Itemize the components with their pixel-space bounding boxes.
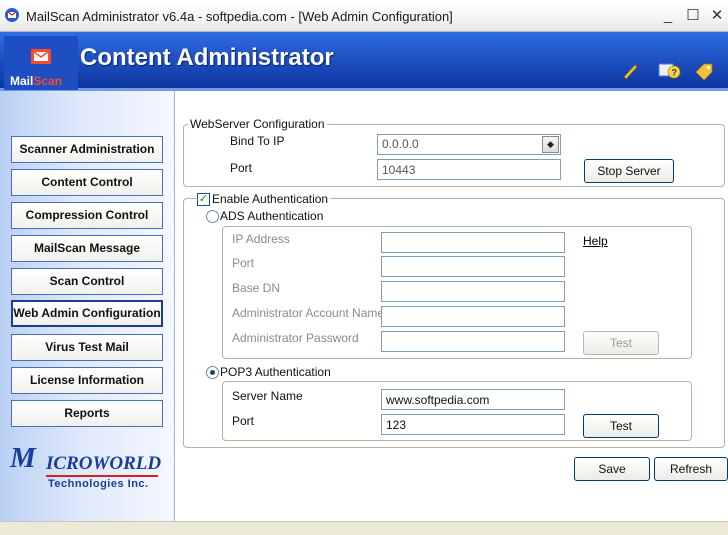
- minimize-button[interactable]: _: [658, 6, 678, 26]
- base-dn-label: Base DN: [232, 281, 281, 295]
- nav-virus-test-mail[interactable]: Virus Test Mail: [11, 334, 163, 361]
- nav-content-control[interactable]: Content Control: [11, 169, 163, 196]
- pop3-port-label: Port: [232, 414, 255, 428]
- mailscan-logo-text: MailScan: [10, 74, 63, 88]
- pop3-test-button[interactable]: Test: [583, 414, 659, 438]
- port-field[interactable]: [377, 159, 561, 180]
- enable-auth-checkbox[interactable]: ✓: [197, 193, 210, 206]
- ads-test-button[interactable]: Test: [583, 331, 659, 355]
- nav-license-information[interactable]: License Information: [11, 367, 163, 394]
- svg-text:?: ?: [672, 68, 678, 78]
- nav-scanner-administration[interactable]: Scanner Administration: [11, 136, 163, 163]
- pencil-icon[interactable]: [620, 62, 640, 80]
- enable-auth-label: Enable Authentication: [196, 192, 331, 206]
- admin-password-label: Administrator Password: [232, 331, 359, 345]
- stop-server-button[interactable]: Stop Server: [584, 159, 674, 183]
- admin-password-field[interactable]: [381, 331, 565, 352]
- title-bar: MailScan Administrator v6.4a - softpedia…: [0, 0, 728, 32]
- help-icon[interactable]: ?: [658, 62, 682, 80]
- nav-scan-control[interactable]: Scan Control: [11, 268, 163, 295]
- microworld-logo: M ICROWORLD Technologies Inc.: [10, 442, 162, 490]
- ip-address-label: IP Address: [232, 232, 290, 246]
- maximize-button[interactable]: ☐: [683, 6, 703, 26]
- ads-port-label: Port: [232, 256, 255, 270]
- tag-icon[interactable]: [694, 62, 714, 80]
- server-name-label: Server Name: [232, 389, 303, 403]
- webserver-group-label: WebServer Configuration: [188, 117, 327, 131]
- pop3-port-field[interactable]: [381, 414, 565, 435]
- admin-account-field[interactable]: [381, 306, 565, 327]
- nav-mailscan-message[interactable]: MailScan Message: [11, 235, 163, 262]
- server-name-field[interactable]: [381, 389, 565, 410]
- ip-address-field[interactable]: [381, 232, 565, 253]
- save-button[interactable]: Save: [574, 457, 650, 481]
- nav-compression-control[interactable]: Compression Control: [11, 202, 163, 229]
- ads-port-field[interactable]: [381, 256, 565, 277]
- refresh-button[interactable]: Refresh: [654, 457, 728, 481]
- ads-auth-label: ADS Authentication: [220, 209, 324, 223]
- page-header-title: Content Administrator: [80, 44, 334, 71]
- port-label: Port: [230, 161, 253, 175]
- chevron-updown-icon[interactable]: ◆: [542, 136, 559, 153]
- admin-account-label: Administrator Account Name: [232, 306, 385, 320]
- close-button[interactable]: ✕: [707, 6, 727, 26]
- status-strip: [0, 521, 728, 535]
- pop3-auth-radio[interactable]: [206, 366, 219, 379]
- ads-auth-radio[interactable]: [206, 210, 219, 223]
- pop3-auth-label: POP3 Authentication: [220, 365, 331, 379]
- envelope-logo-icon: [31, 49, 51, 64]
- mailscan-app-icon[interactable]: [4, 7, 20, 23]
- help-link[interactable]: Help: [583, 234, 608, 248]
- nav-reports[interactable]: Reports: [11, 400, 163, 427]
- nav-web-admin-configuration[interactable]: Web Admin Configuration: [11, 300, 163, 327]
- window-title: MailScan Administrator v6.4a - softpedia…: [26, 9, 453, 24]
- bind-ip-label: Bind To IP: [230, 134, 285, 148]
- base-dn-field[interactable]: [381, 281, 565, 302]
- bind-ip-select[interactable]: 0.0.0.0 ◆: [377, 134, 561, 155]
